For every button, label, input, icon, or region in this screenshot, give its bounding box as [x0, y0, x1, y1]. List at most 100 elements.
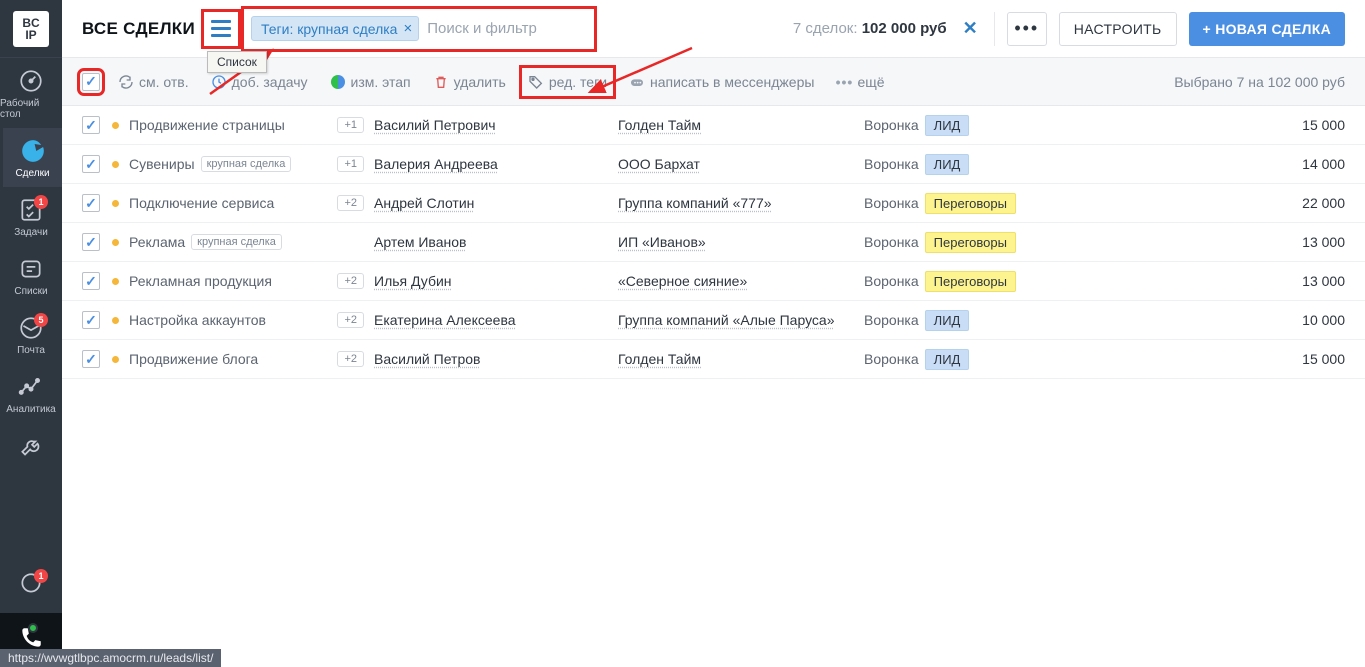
company-link[interactable]: Голден Тайм	[618, 351, 701, 367]
sidebar-item-lists[interactable]: Списки	[0, 246, 62, 305]
more-actions-button[interactable]: ••• ещё	[832, 70, 888, 94]
select-all-checkbox[interactable]	[82, 73, 100, 91]
more-menu-button[interactable]: •••	[1007, 12, 1047, 46]
row-checkbox[interactable]	[82, 233, 100, 251]
deal-name[interactable]: Рекламная продукция	[129, 273, 272, 289]
sidebar-item-chat[interactable]: 1	[0, 559, 62, 613]
deal-price: 13 000	[1302, 273, 1345, 289]
logo-bottom: IP	[25, 29, 36, 41]
remove-filter-icon[interactable]: ×	[403, 20, 412, 37]
stage-badge[interactable]: Переговоры	[925, 232, 1016, 253]
new-deal-button[interactable]: + НОВАЯ СДЕЛКА	[1189, 12, 1345, 46]
tool-label: изм. этап	[351, 74, 411, 90]
header-right: 7 сделок: 102 000 руб ✕ ••• НАСТРОИТЬ + …	[793, 12, 1345, 46]
summary-value: 102 000 руб	[862, 20, 947, 37]
burger-button[interactable]	[207, 15, 235, 43]
stage-badge[interactable]: Переговоры	[925, 193, 1016, 214]
company-link[interactable]: Группа компаний «Алые Паруса»	[618, 312, 835, 328]
sidebar-item-analytics[interactable]: Аналитика	[0, 364, 62, 423]
analytics-icon	[18, 374, 44, 400]
sidebar-item-mail[interactable]: 5 Почта	[0, 305, 62, 364]
contact-link[interactable]: Андрей Слотин	[374, 195, 474, 211]
sidebar-item-tasks[interactable]: 1 Задачи	[0, 187, 62, 246]
table-row[interactable]: Продвижение блога +2 Василий Петров Голден …	[62, 340, 1365, 379]
contact-link[interactable]: Валерия Андреева	[374, 156, 498, 172]
tag-count-pill[interactable]: +1	[337, 156, 364, 172]
deals-list: Продвижение страницы +1 Василий Петрович Го…	[62, 106, 1365, 667]
deal-name[interactable]: Сувениры	[129, 156, 195, 172]
status-bar-url: https://wvwgtlbpc.amocrm.ru/leads/list/	[0, 649, 221, 667]
contact-link[interactable]: Илья Дубин	[374, 273, 452, 289]
deal-name[interactable]: Продвижение блога	[129, 351, 258, 367]
tag-pill[interactable]: крупная сделка	[191, 234, 282, 250]
search-input[interactable]	[427, 20, 587, 37]
deal-name[interactable]: Подключение сервиса	[129, 195, 274, 211]
refresh-icon	[118, 74, 134, 90]
dots-icon: •••	[836, 74, 852, 90]
funnel-label: Воронка	[864, 312, 919, 328]
deal-name[interactable]: Настройка аккаунтов	[129, 312, 266, 328]
company-link[interactable]: Голден Тайм	[618, 117, 701, 133]
stage-badge[interactable]: ЛИД	[925, 115, 970, 136]
tag-count-pill[interactable]: +2	[337, 195, 364, 211]
tag-count-pill[interactable]: +2	[337, 351, 364, 367]
row-checkbox[interactable]	[82, 155, 100, 173]
configure-button[interactable]: НАСТРОИТЬ	[1059, 12, 1177, 46]
phone-icon	[18, 625, 44, 651]
stage-badge[interactable]: Переговоры	[925, 271, 1016, 292]
deal-price: 22 000	[1302, 195, 1345, 211]
tag-pill[interactable]: крупная сделка	[201, 156, 292, 172]
deal-name[interactable]: Продвижение страницы	[129, 117, 285, 133]
funnel-label: Воронка	[864, 351, 919, 367]
table-row[interactable]: Подключение сервиса +2 Андрей Слотин Группа…	[62, 184, 1365, 223]
sidebar-item-label: Рабочий стол	[0, 98, 62, 120]
sidebar-item-deals[interactable]: Сделки	[0, 128, 62, 187]
status-dot	[112, 200, 119, 207]
table-row[interactable]: Рекламная продукция +2 Илья Дубин «Северное…	[62, 262, 1365, 301]
funnel-label: Воронка	[864, 273, 919, 289]
summary-text: 7 сделок: 102 000 руб	[793, 20, 947, 37]
company-link[interactable]: Группа компаний «777»	[618, 195, 772, 211]
tag-icon	[528, 74, 544, 90]
contact-link[interactable]: Василий Петрович	[374, 117, 496, 133]
table-row[interactable]: Продвижение страницы +1 Василий Петрович Го…	[62, 106, 1365, 145]
stage-badge[interactable]: ЛИД	[925, 154, 970, 175]
contact-link[interactable]: Василий Петров	[374, 351, 480, 367]
delete-button[interactable]: удалить	[429, 70, 510, 94]
row-checkbox[interactable]	[82, 272, 100, 290]
clear-filter-icon[interactable]: ✕	[959, 18, 982, 39]
change-stage-button[interactable]: изм. этап	[326, 70, 415, 94]
tag-count-pill[interactable]: +2	[337, 312, 364, 328]
logo[interactable]: BC IP	[0, 0, 62, 58]
deal-price: 14 000	[1302, 156, 1345, 172]
stage-badge[interactable]: ЛИД	[925, 349, 970, 370]
filter-chip-label: Теги: крупная сделка	[261, 21, 397, 37]
status-dot	[112, 161, 119, 168]
tag-count-pill[interactable]: +2	[337, 273, 364, 289]
status-dot	[112, 356, 119, 363]
company-link[interactable]: ООО Бархат	[618, 156, 700, 172]
row-checkbox[interactable]	[82, 311, 100, 329]
stage-badge[interactable]: ЛИД	[925, 310, 970, 331]
funnel-label: Воронка	[864, 156, 919, 172]
company-link[interactable]: «Северное сияние»	[618, 273, 747, 289]
row-checkbox[interactable]	[82, 116, 100, 134]
tag-count-pill[interactable]: +1	[337, 117, 364, 133]
row-checkbox[interactable]	[82, 194, 100, 212]
filter-chip-tags[interactable]: Теги: крупная сделка ×	[251, 16, 419, 41]
sidebar-item-dashboard[interactable]: Рабочий стол	[0, 58, 62, 128]
contact-link[interactable]: Артем Иванов	[374, 234, 466, 250]
contact-link[interactable]: Екатерина Алексеева	[374, 312, 516, 328]
summary-prefix: 7 сделок:	[793, 20, 862, 37]
row-checkbox[interactable]	[82, 350, 100, 368]
table-row[interactable]: Сувениры крупная сделка +1 Валерия Андреева…	[62, 145, 1365, 184]
change-owner-button[interactable]: см. отв.	[114, 70, 193, 94]
company-link[interactable]: ИП «Иванов»	[618, 234, 706, 250]
table-row[interactable]: Настройка аккаунтов +2 Екатерина Алексеева…	[62, 301, 1365, 340]
deal-name[interactable]: Реклама	[129, 234, 185, 250]
funnel-label: Воронка	[864, 117, 919, 133]
sidebar-item-settings[interactable]	[0, 423, 62, 477]
deal-price: 15 000	[1302, 351, 1345, 367]
table-row[interactable]: Реклама крупная сделка Артем Иванов ИП «Ива…	[62, 223, 1365, 262]
status-dot	[112, 239, 119, 246]
